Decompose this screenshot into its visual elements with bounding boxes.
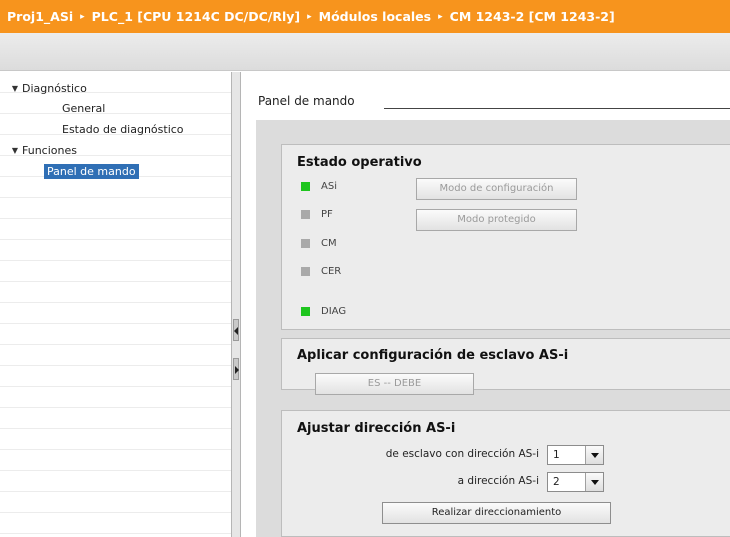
set-address-title: Ajustar dirección AS-i (297, 421, 456, 436)
breadcrumb-plc[interactable]: PLC_1 [CPU 1214C DC/DC/Rly] (92, 9, 300, 24)
tree-item-label: Panel de mando (44, 163, 139, 179)
protected-mode-button[interactable]: Modo protegido (416, 209, 577, 231)
led-indicator-icon (301, 266, 310, 276)
led-indicator-icon (301, 238, 310, 248)
led-label: PF (321, 208, 333, 220)
led-label: DIAG (321, 305, 347, 317)
expanded-arrow-icon[interactable]: ▼ (8, 84, 22, 93)
to-address-select[interactable]: 2 (547, 472, 604, 492)
from-address-label: de esclavo con dirección AS-i (385, 448, 539, 460)
breadcrumb-separator-icon: ▸ (80, 11, 85, 22)
apply-config-group: Aplicar configuración de esclavo AS-i ES… (281, 338, 730, 395)
chevron-down-icon[interactable] (585, 473, 603, 491)
configuration-mode-button[interactable]: Modo de configuración (416, 178, 577, 200)
led-cer: CER (301, 263, 341, 279)
perform-addressing-button[interactable]: Realizar direccionamiento (382, 502, 611, 524)
from-address-value: 1 (553, 449, 560, 461)
tree-item-label: Diagnóstico (22, 81, 87, 95)
tree-item-label: General (62, 101, 106, 115)
to-address-label: a dirección AS-i (457, 475, 539, 487)
operating-state-group: Estado operativo ASi PF CM CER DIAG Modo… (281, 144, 730, 330)
breadcrumb-project[interactable]: Proj1_ASi (7, 9, 73, 24)
main-content: Panel de mando Estado operativo ASi PF C… (241, 72, 730, 537)
breadcrumb-local-modules[interactable]: Módulos locales (319, 9, 431, 24)
breadcrumb-separator-icon: ▸ (307, 11, 312, 22)
led-cm: CM (301, 235, 337, 251)
collapse-left-icon[interactable] (233, 319, 239, 341)
toolbar (0, 33, 730, 71)
led-diag: DIAG (301, 303, 346, 319)
set-address-group: Ajustar dirección AS-i de esclavo con di… (281, 410, 730, 537)
actual-to-expected-button[interactable]: ES -- DEBE (315, 373, 474, 395)
chevron-down-icon[interactable] (585, 446, 603, 464)
tree-item-control-panel[interactable]: Panel de mando (44, 161, 139, 181)
tree-item-functions[interactable]: ▼ Funciones (8, 140, 77, 160)
apply-config-title: Aplicar configuración de esclavo AS-i (297, 348, 569, 363)
tree-item-diagnostics[interactable]: ▼ Diagnóstico (8, 78, 87, 98)
pane-splitter[interactable] (231, 72, 241, 537)
tree-item-diagnostic-status[interactable]: Estado de diagnóstico (62, 119, 184, 139)
led-pf: PF (301, 206, 333, 222)
led-indicator-icon (301, 209, 310, 219)
from-address-select[interactable]: 1 (547, 445, 604, 465)
led-label: CER (321, 265, 342, 277)
operating-state-title: Estado operativo (297, 155, 422, 170)
led-asi: ASi (301, 178, 337, 194)
led-label: ASi (321, 180, 337, 192)
breadcrumb-cm-module[interactable]: CM 1243-2 [CM 1243-2] (450, 9, 615, 24)
section-divider (384, 108, 730, 109)
navigation-tree: ▼ Diagnóstico General Estado de diagnóst… (0, 72, 231, 537)
tree-item-label: Funciones (22, 143, 77, 157)
breadcrumb-separator-icon: ▸ (438, 11, 443, 22)
expand-right-icon[interactable] (233, 358, 239, 380)
to-address-value: 2 (553, 476, 560, 488)
led-indicator-icon (301, 306, 310, 316)
led-indicator-icon (301, 181, 310, 191)
section-title: Panel de mando (258, 94, 355, 108)
tree-item-general[interactable]: General (62, 98, 105, 118)
led-label: CM (321, 237, 337, 249)
breadcrumb: Proj1_ASi ▸ PLC_1 [CPU 1214C DC/DC/Rly] … (0, 0, 730, 33)
expanded-arrow-icon[interactable]: ▼ (8, 146, 22, 155)
tree-item-label: Estado de diagnóstico (62, 122, 184, 136)
